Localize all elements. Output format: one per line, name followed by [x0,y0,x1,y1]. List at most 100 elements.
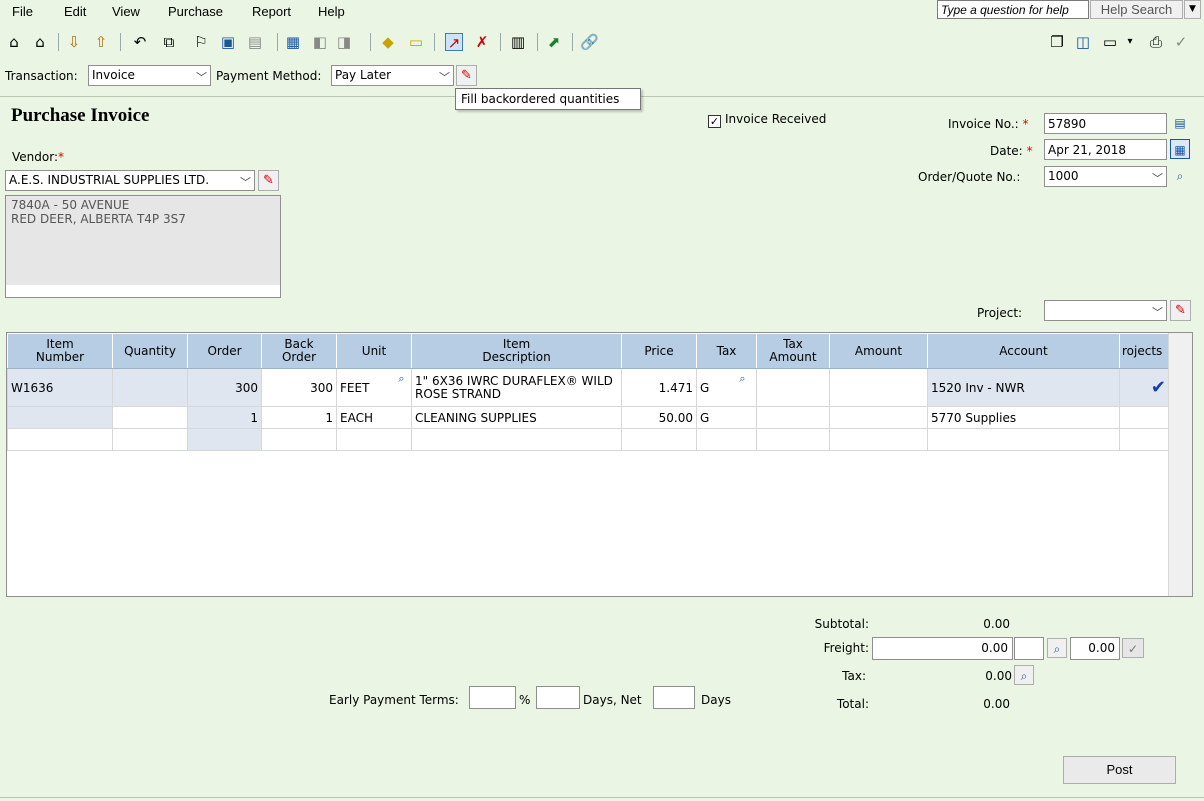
cell-order[interactable]: 300 [187,368,262,407]
cell-tax[interactable]: G ⌕ [696,368,757,407]
col-quantity[interactable]: Quantity [112,333,188,369]
fill-backordered-icon[interactable]: ↗ [445,33,463,52]
undo-icon[interactable]: ↶ [131,33,149,51]
link-icon[interactable]: 🔗 [580,33,599,51]
grid-scrollbar[interactable] [1168,333,1192,596]
cell-tax[interactable] [696,428,757,451]
col-account[interactable]: Account [927,333,1120,369]
payment-pin-button[interactable]: ✎ [456,65,477,86]
col-amount[interactable]: Amount [829,333,928,369]
help-question-input[interactable]: Type a question for help [937,0,1089,19]
home-window-icon[interactable]: ⌂ [31,33,49,51]
export-icon[interactable]: ⬈ [545,33,563,51]
order-quote-select[interactable]: 1000 ﹀ [1044,166,1167,187]
track-shipment-icon[interactable]: ▦ [284,33,302,51]
home-icon[interactable]: ⌂ [5,33,23,51]
transaction-select[interactable]: Invoice ﹀ [88,65,211,86]
col-item-description[interactable]: Item Description [411,333,622,369]
freight-tax-code-input[interactable] [1014,637,1044,660]
menu-help[interactable]: Help [318,4,345,19]
vendor-select[interactable]: A.E.S. INDUSTRIAL SUPPLIES LTD. ﹀ [5,170,255,191]
cell-projects[interactable]: ✔ [1119,368,1170,407]
cell-tax-amount[interactable] [756,368,830,407]
payment-method-select[interactable]: Pay Later ﹀ [331,65,454,86]
cell-unit[interactable]: FEET ⌕ [336,368,412,407]
col-price[interactable]: Price [621,333,697,369]
cell-amount[interactable] [829,368,928,407]
cell-unit[interactable]: EACH [336,406,412,429]
net-days-input[interactable] [653,686,695,709]
cell-price[interactable]: 1.471 [621,368,697,407]
cell-price[interactable]: 50.00 [621,406,697,429]
project-pin-button[interactable]: ✎ [1170,300,1191,321]
save-icon[interactable]: ⇩ [65,33,83,51]
freight-amount-input[interactable]: 0.00 [872,637,1013,660]
vendor-address-box[interactable]: 7840A - 50 AVENUE RED DEER, ALBERTA T4P … [5,195,281,298]
cell-price[interactable] [621,428,697,451]
menu-report[interactable]: Report [252,4,291,19]
lookup-invoice-icon[interactable]: ▤ [246,33,264,51]
save-close-icon[interactable]: ⇧ [92,33,110,51]
cell-unit[interactable] [336,428,412,451]
cell-quantity[interactable] [112,406,188,429]
cell-description[interactable]: CLEANING SUPPLIES [411,406,622,429]
invoice-received-checkbox[interactable]: ✓ Invoice Received [708,112,826,128]
menu-file[interactable]: File [12,4,33,19]
invoice-no-field[interactable]: 57890 [1044,113,1167,134]
cell-order[interactable]: 1 [187,406,262,429]
discount-days-input[interactable] [536,686,580,709]
cell-description[interactable]: 1" 6X36 IWRC DURAFLEX® WILD ROSE STRAND [411,368,622,407]
cell-account[interactable]: 1520 Inv - NWR [927,368,1120,407]
cell-item-number[interactable] [7,428,113,451]
cell-amount[interactable] [829,406,928,429]
next-icon[interactable]: ◨ [335,33,353,51]
email-dropdown-icon[interactable]: ▾ [1121,33,1139,51]
cell-account[interactable] [927,428,1120,451]
recall-icon[interactable]: ⚐ [192,33,210,51]
cell-order[interactable] [187,428,262,451]
cell-tax-amount[interactable] [756,428,830,451]
copy-icon[interactable]: ⧉ [160,33,178,51]
menu-purchase[interactable]: Purchase [168,4,223,19]
projects-check-icon[interactable]: ✔ [1151,377,1166,398]
cell-amount[interactable] [829,428,928,451]
post-button[interactable]: Post [1063,756,1176,784]
tax-search-icon[interactable]: ⌕ [1014,665,1034,685]
freight-tax-search-icon[interactable]: ⌕ [1047,638,1067,658]
store-icon[interactable]: ▣ [219,33,237,51]
cell-quantity[interactable] [112,368,188,407]
cell-quantity[interactable] [112,428,188,451]
email-icon[interactable]: ▭ [1101,33,1119,51]
discount-percent-input[interactable] [469,686,516,709]
cell-back-order[interactable] [261,428,337,451]
cell-projects[interactable] [1119,428,1170,451]
col-item-number[interactable]: Item Number [7,333,113,369]
unit-lookup-icon[interactable]: ⌕ [394,371,409,386]
freight-tax-amount-field[interactable]: 0.00 [1070,637,1120,660]
col-back-order[interactable]: Back Order [261,333,337,369]
preview-icon[interactable]: ◫ [1074,33,1092,51]
cell-back-order[interactable]: 1 [261,406,337,429]
order-search-icon[interactable]: ⌕ [1170,166,1190,186]
col-tax[interactable]: Tax [696,333,757,369]
fill-icon[interactable]: ◆ [379,33,397,51]
cell-account[interactable]: 5770 Supplies [927,406,1120,429]
cell-back-order[interactable]: 300 [261,368,337,407]
menu-edit[interactable]: Edit [64,4,86,19]
col-unit[interactable]: Unit [336,333,412,369]
cell-item-number[interactable]: W1636 [7,368,113,407]
col-projects[interactable]: rojects [1119,333,1170,369]
calculator-icon[interactable]: ▥ [509,33,527,51]
remove-backordered-icon[interactable]: ✗ [473,33,491,51]
project-select[interactable]: ﹀ [1044,300,1167,321]
freight-check-icon[interactable]: ✓ [1122,638,1144,658]
help-search-dropdown[interactable]: ▼ [1184,0,1201,19]
cell-tax-amount[interactable] [756,406,830,429]
col-order[interactable]: Order [187,333,262,369]
cell-projects[interactable] [1119,406,1170,429]
remove-line-icon[interactable]: ▭ [407,33,425,51]
cell-description[interactable] [411,428,622,451]
help-search-button[interactable]: Help Search [1090,0,1183,19]
date-field[interactable]: Apr 21, 2018 [1044,139,1167,160]
calendar-icon[interactable]: ▦ [1170,139,1190,159]
